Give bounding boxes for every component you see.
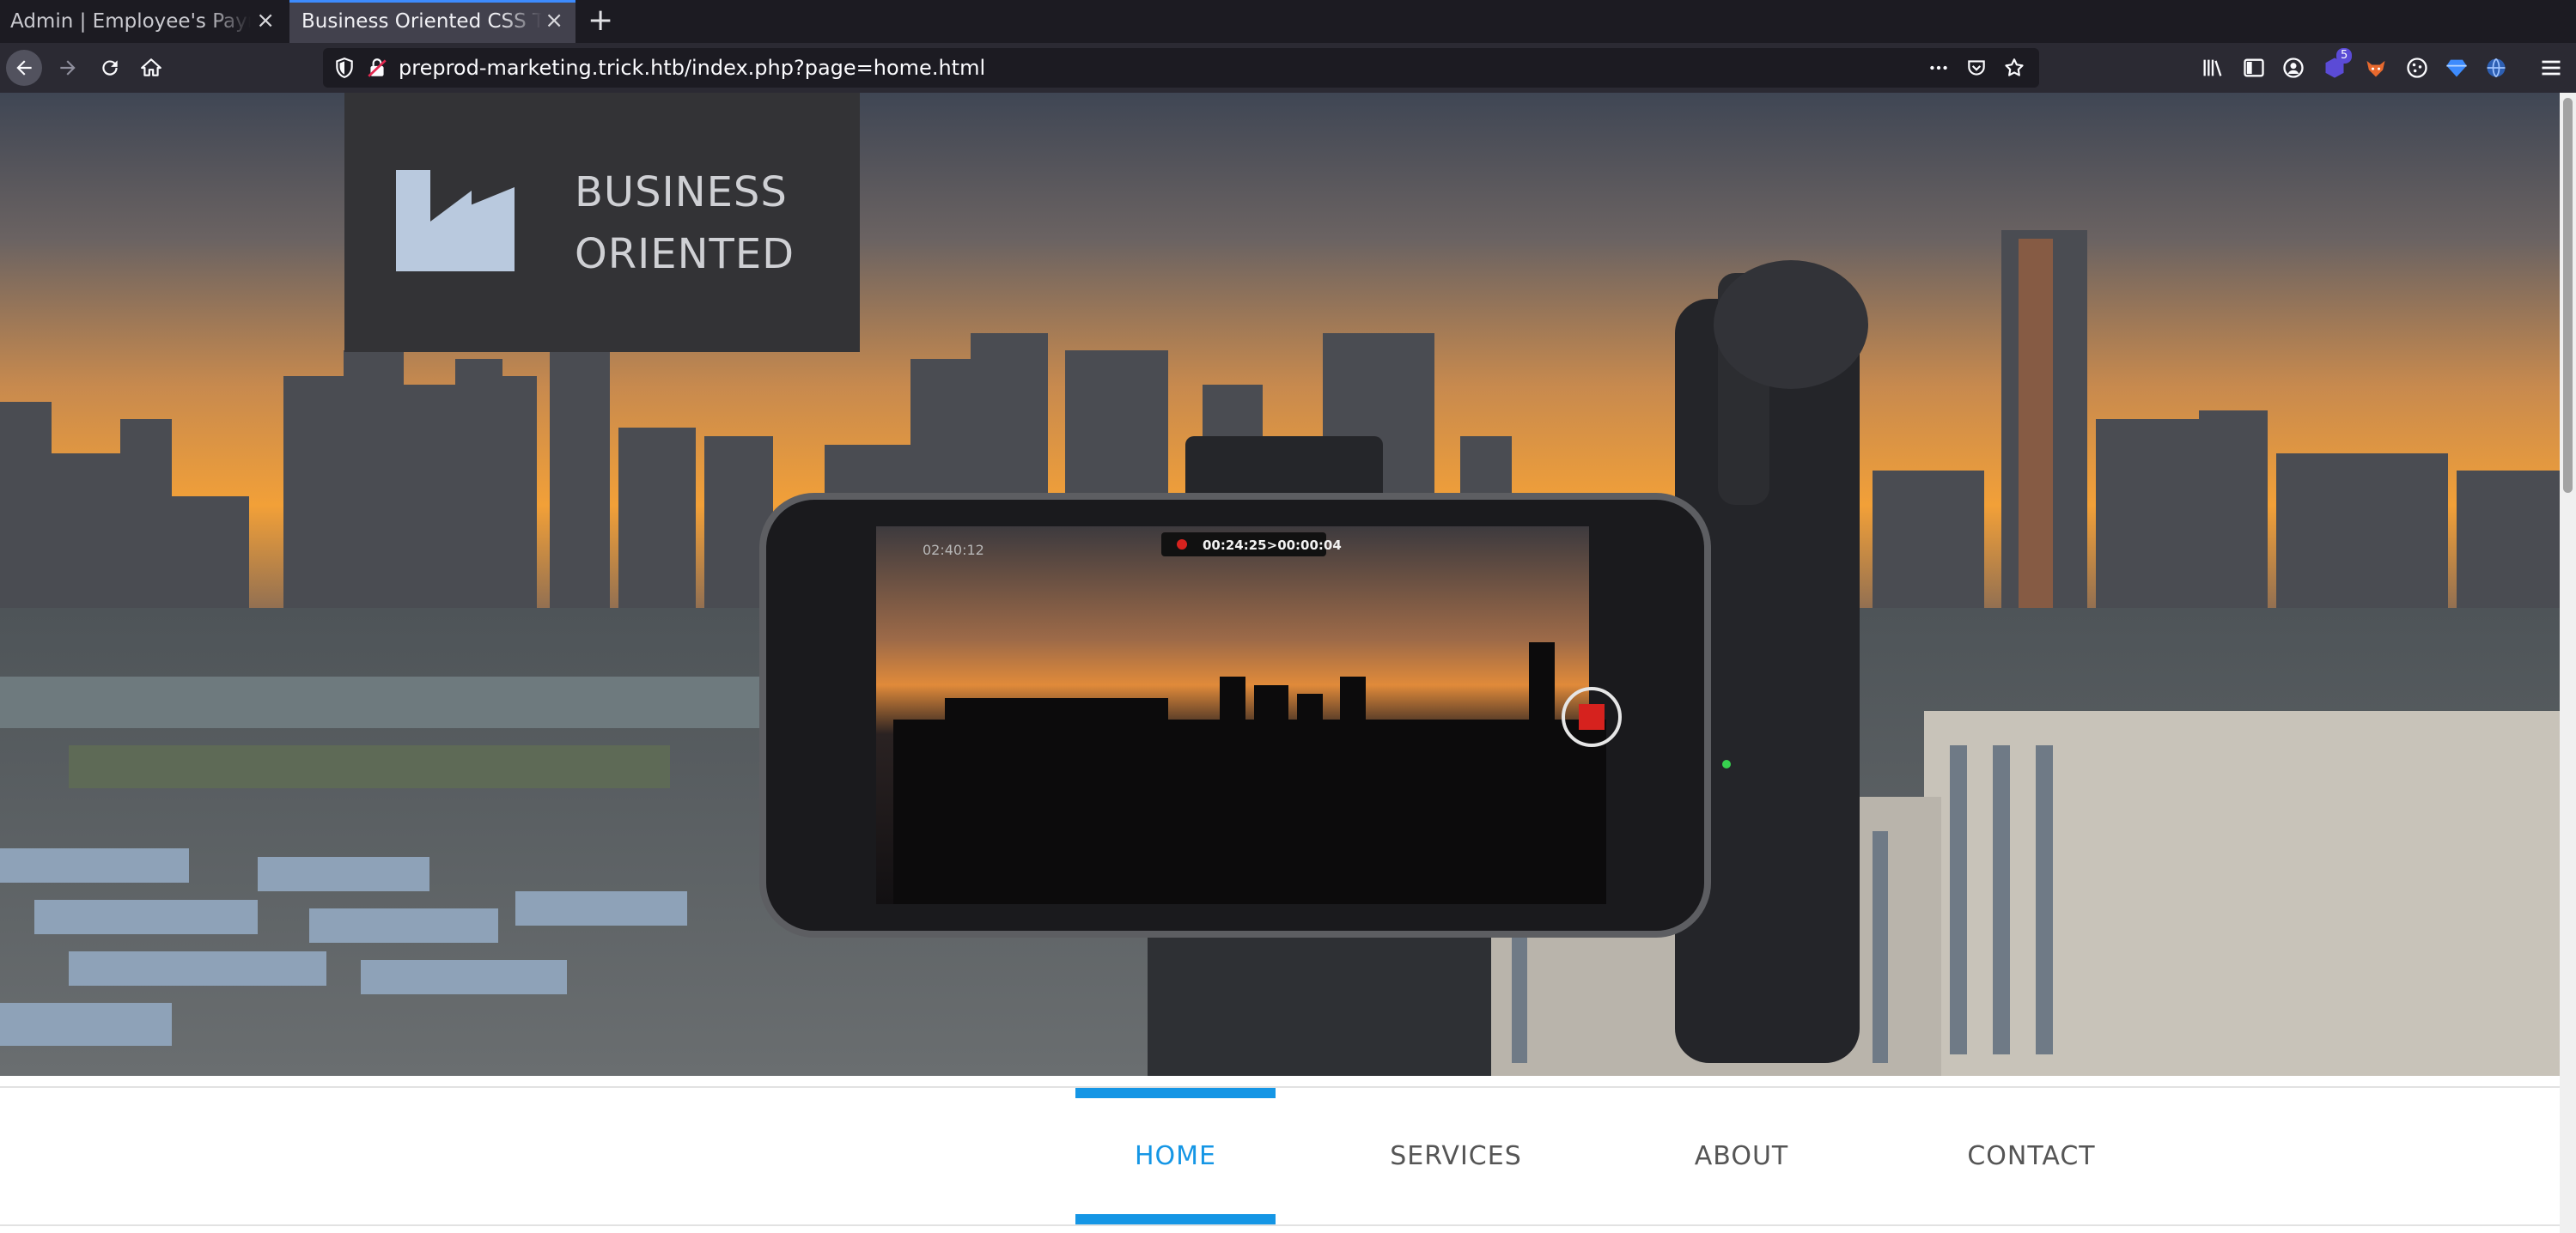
logo-line-2: ORIENTED	[575, 230, 795, 278]
url-text[interactable]: preprod-marketing.trick.htb/index.php?pa…	[399, 56, 985, 80]
phone-storage-time: 02:40:12	[923, 542, 984, 558]
cookie-icon[interactable]	[2405, 56, 2429, 80]
sidebar-icon[interactable]	[2242, 56, 2266, 80]
tab-strip: Admin | Employee's Payroll × Business Or…	[0, 0, 2576, 43]
url-bar[interactable]: preprod-marketing.trick.htb/index.php?pa…	[323, 48, 2039, 88]
new-tab-plus-icon[interactable]: +	[588, 3, 613, 38]
nav-item-services[interactable]: SERVICES	[1357, 1088, 1555, 1224]
phone-record-timer: 00:24:25>00:00:04	[1203, 538, 1342, 553]
pocket-icon[interactable]	[1965, 57, 1988, 79]
home-icon[interactable]	[133, 50, 169, 86]
library-icon[interactable]	[2201, 56, 2225, 80]
active-tab-indicator	[289, 0, 575, 3]
reload-icon[interactable]	[92, 50, 128, 86]
account-icon[interactable]	[2281, 56, 2305, 80]
extension-hex-icon[interactable]: 5	[2323, 48, 2353, 81]
diamond-extension-icon[interactable]	[2445, 56, 2469, 80]
page-actions-ellipsis-icon[interactable]	[1927, 57, 1950, 79]
insecure-lock-icon[interactable]	[366, 57, 388, 79]
close-icon[interactable]: ×	[545, 8, 563, 33]
navigation-toolbar: preprod-marketing.trick.htb/index.php?pa…	[0, 43, 2576, 93]
page-viewport: 00:24:25>00:00:04 02:40:12 BUSINESS ORIE…	[0, 93, 2576, 1233]
tracking-protection-shield-icon[interactable]	[333, 57, 356, 79]
close-icon[interactable]: ×	[256, 8, 275, 33]
tab-title: Business Oriented CSS Template	[301, 10, 542, 33]
tab-employee-payroll[interactable]: Admin | Employee's Payroll ×	[0, 0, 287, 43]
globe-extension-icon[interactable]	[2484, 56, 2508, 80]
bookmark-star-icon[interactable]	[2003, 57, 2025, 79]
nav-item-home[interactable]: HOME	[1075, 1088, 1276, 1224]
forward-arrow-icon[interactable]	[50, 50, 86, 86]
tab-business-oriented[interactable]: Business Oriented CSS Template ×	[289, 0, 575, 43]
menu-divider	[0, 1224, 2560, 1226]
logo-line-1: BUSINESS	[575, 168, 788, 216]
tab-title: Admin | Employee's Payroll	[10, 10, 251, 33]
main-navigation: HOME SERVICES ABOUT CONTACT	[0, 1086, 2560, 1233]
nav-item-contact[interactable]: CONTACT	[1928, 1088, 2134, 1224]
factory-icon	[396, 170, 515, 271]
logo-text: BUSINESS ORIENTED	[575, 161, 795, 285]
scrollbar-thumb[interactable]	[2563, 98, 2573, 493]
extension-badge: 5	[2336, 48, 2353, 64]
hamburger-menu-icon[interactable]	[2539, 56, 2563, 80]
site-logo[interactable]: BUSINESS ORIENTED	[344, 93, 860, 352]
back-arrow-icon[interactable]	[6, 50, 42, 86]
foxyproxy-fox-icon[interactable]	[2364, 56, 2388, 80]
nav-item-about[interactable]: ABOUT	[1649, 1088, 1834, 1224]
